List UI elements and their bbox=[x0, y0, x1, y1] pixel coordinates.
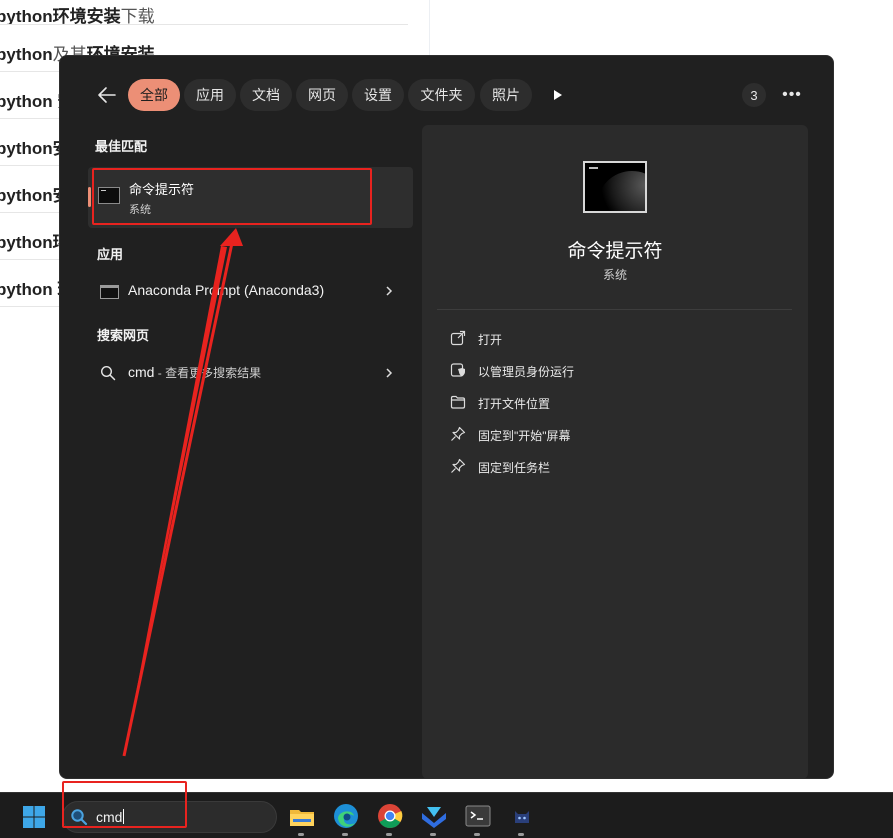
filter-web[interactable]: 网页 bbox=[296, 79, 348, 111]
article-link[interactable]: python环境安装下载 bbox=[0, 0, 408, 25]
web-search-label: cmd - 查看更多搜索结果 bbox=[128, 364, 262, 380]
search-flyout: 全部 应用 文档 网页 设置 文件夹 照片 3 ••• 最佳匹配 命令提示符 系… bbox=[59, 55, 834, 779]
app-result-label: Anaconda Prompt (Anaconda3) bbox=[128, 282, 325, 298]
command-prompt-large-icon bbox=[583, 161, 647, 213]
back-arrow-icon[interactable] bbox=[96, 84, 118, 106]
best-match-item[interactable]: 命令提示符 系统 bbox=[88, 167, 413, 228]
preview-title: 命令提示符 bbox=[567, 241, 663, 262]
preview-pane: 命令提示符 系统 打开 以管理员身份运行 打开文件位置 固定到"开始"屏幕 固定… bbox=[422, 125, 808, 778]
best-match-subtitle: 系统 bbox=[129, 204, 151, 216]
app-result-anaconda-prompt[interactable]: Anaconda Prompt (Anaconda3) bbox=[88, 273, 413, 309]
result-count-badge: 3 bbox=[742, 83, 766, 107]
chevron-right-icon[interactable] bbox=[383, 283, 395, 299]
filter-folders[interactable]: 文件夹 bbox=[408, 79, 475, 111]
taskbar: cmd bbox=[0, 792, 893, 838]
apps-heading: 应用 bbox=[97, 247, 124, 262]
search-icon bbox=[71, 809, 88, 826]
chevron-right-icon[interactable] bbox=[383, 365, 395, 381]
filter-settings[interactable]: 设置 bbox=[352, 79, 404, 111]
filter-all[interactable]: 全部 bbox=[128, 79, 180, 111]
open-external-icon bbox=[450, 330, 466, 346]
taskbar-search-input[interactable]: cmd bbox=[62, 801, 277, 833]
app-icon[interactable] bbox=[419, 801, 449, 836]
selection-accent bbox=[88, 187, 91, 207]
chrome-icon[interactable] bbox=[375, 801, 405, 836]
filter-apps[interactable]: 应用 bbox=[184, 79, 236, 111]
more-options-icon[interactable]: ••• bbox=[780, 83, 804, 107]
pin-icon bbox=[451, 426, 466, 441]
filter-photos[interactable]: 照片 bbox=[480, 79, 532, 111]
windows-start-icon[interactable] bbox=[22, 805, 46, 829]
search-icon bbox=[100, 365, 116, 381]
action-open-file-location[interactable]: 打开文件位置 bbox=[450, 391, 770, 415]
file-explorer-icon[interactable] bbox=[287, 801, 317, 836]
folder-icon bbox=[450, 395, 466, 409]
action-pin-to-taskbar[interactable]: 固定到任务栏 bbox=[450, 455, 770, 479]
pin-icon bbox=[451, 458, 466, 473]
more-filters-play-icon[interactable] bbox=[546, 84, 568, 106]
web-search-result[interactable]: cmd - 查看更多搜索结果 bbox=[88, 355, 413, 391]
command-prompt-icon bbox=[98, 187, 120, 204]
cat-app-icon[interactable] bbox=[507, 801, 537, 836]
shield-icon bbox=[450, 363, 465, 377]
anaconda-prompt-icon bbox=[100, 285, 119, 299]
best-match-title: 命令提示符 bbox=[129, 182, 195, 197]
divider bbox=[437, 309, 792, 310]
action-run-as-admin[interactable]: 以管理员身份运行 bbox=[450, 359, 770, 383]
terminal-icon[interactable] bbox=[463, 801, 493, 836]
search-web-heading: 搜索网页 bbox=[97, 328, 150, 343]
edge-icon[interactable] bbox=[331, 801, 361, 836]
action-pin-to-start[interactable]: 固定到"开始"屏幕 bbox=[450, 423, 770, 447]
search-value: cmd bbox=[96, 809, 123, 825]
action-open[interactable]: 打开 bbox=[450, 327, 770, 351]
preview-subtitle: 系统 bbox=[602, 268, 627, 282]
best-match-heading: 最佳匹配 bbox=[95, 139, 148, 154]
filter-documents[interactable]: 文档 bbox=[240, 79, 292, 111]
